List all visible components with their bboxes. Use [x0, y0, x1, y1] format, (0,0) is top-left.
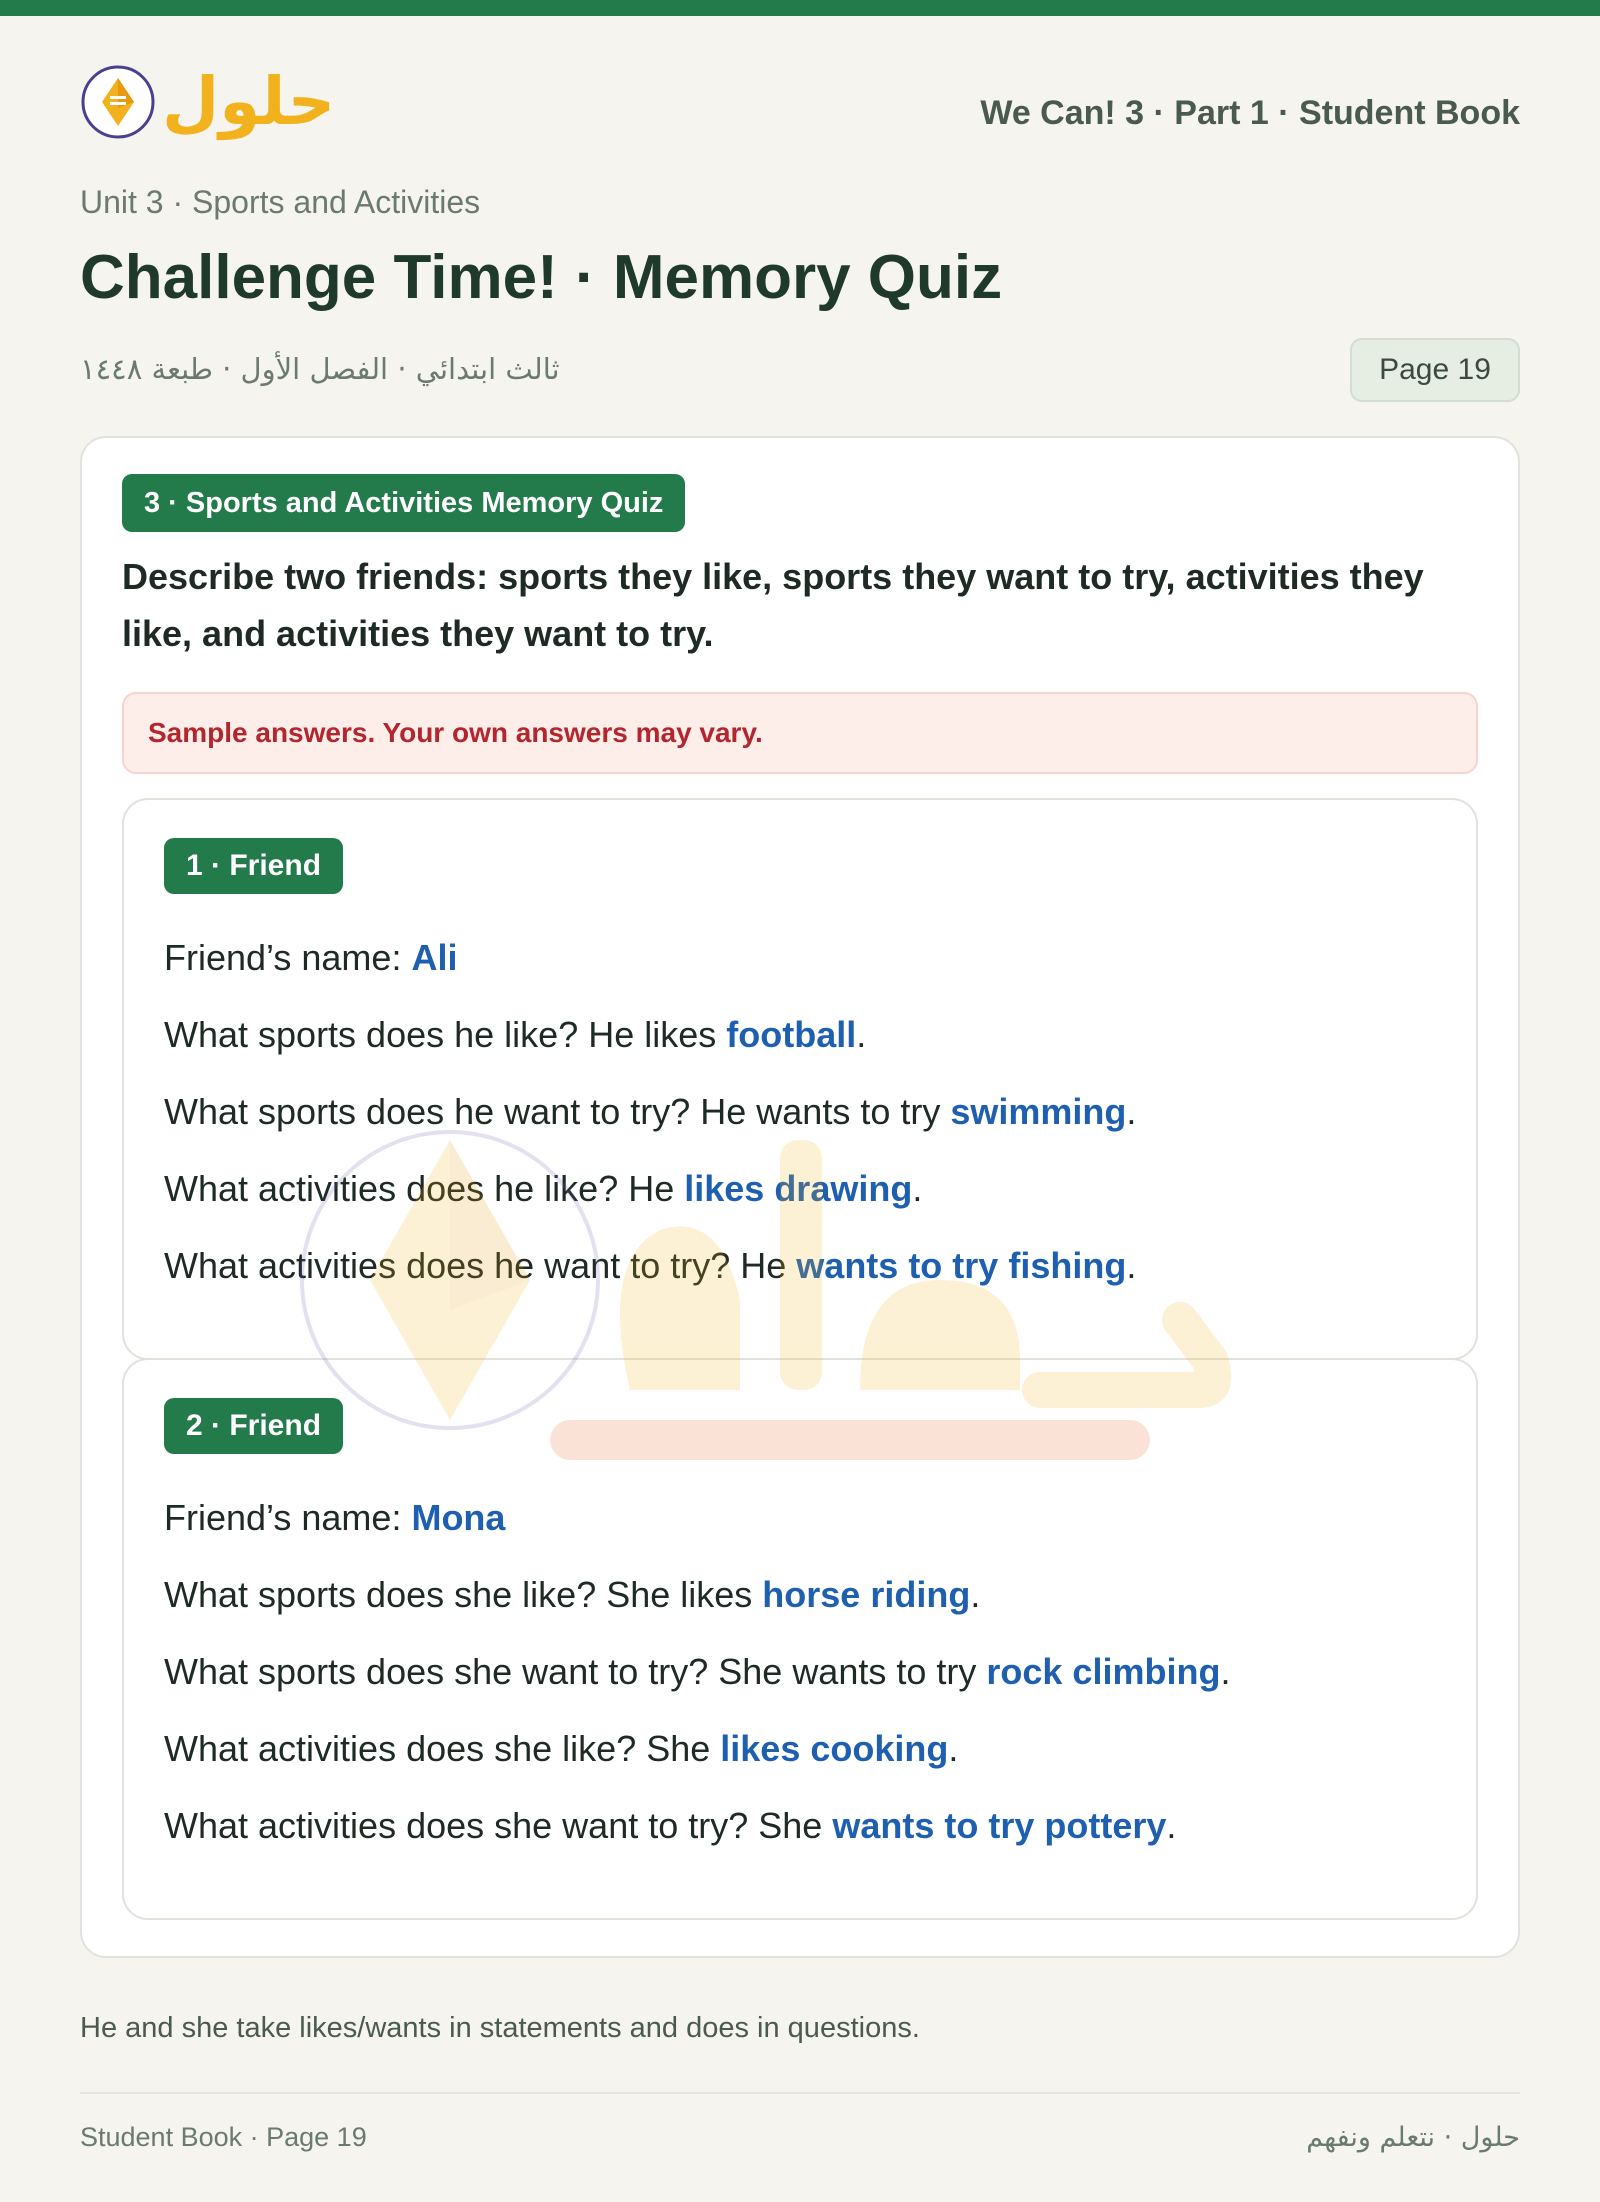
- answer-text: Ali: [411, 937, 458, 978]
- friend-answers: Friend’s name: Ali What sports does he l…: [164, 938, 1136, 1323]
- section-label: 3 · Sports and Activities Memory Quiz: [122, 474, 686, 532]
- footer-page-label: Student Book · Page 19: [80, 2122, 367, 2152]
- top-accent-bar: [0, 0, 1600, 16]
- answer-text: wants to try fishing: [796, 1245, 1127, 1286]
- unit-breadcrumb: Unit 3 · Sports and Activities: [80, 184, 481, 220]
- friend-card-2: 2 · Friend Friend’s name: Mona What spor…: [122, 1358, 1478, 1920]
- line-end: .: [1126, 1091, 1137, 1132]
- arabic-subtitle: ثالث ابتدائي · الفصل الأول · طبعة ١٤٤٨: [80, 352, 560, 386]
- line-end: .: [912, 1168, 923, 1209]
- question-text: What sports does she want to try? She wa…: [164, 1651, 987, 1692]
- answer-text: likes drawing: [684, 1168, 913, 1209]
- answer-line-activities-try: What activities does she want to try? Sh…: [164, 1806, 1230, 1883]
- instruction-text: Describe two friends: sports they like, …: [122, 556, 1424, 654]
- line-end: .: [856, 1014, 867, 1055]
- page-header: حلول We Can! 3 · Part 1 · Student Book: [80, 16, 1520, 156]
- page-number-badge: Page 19: [1350, 338, 1520, 402]
- line-end: .: [948, 1728, 959, 1769]
- question-text: What activities does she like? She: [164, 1728, 721, 1769]
- answer-text: wants to try pottery: [832, 1805, 1167, 1846]
- grammar-note: He and she take likes/wants in statement…: [80, 2012, 920, 2044]
- page-title: Challenge Time! · Memory Quiz: [80, 243, 1003, 312]
- friend-card-1: 1 · Friend Friend’s name: Ali What sport…: [122, 798, 1478, 1360]
- brand-logo[interactable]: حلول: [80, 64, 335, 140]
- answer-line-sports-try: What sports does he want to try? He want…: [164, 1092, 1136, 1169]
- line-end: .: [1166, 1805, 1177, 1846]
- friend-tag: 1 · Friend: [164, 838, 344, 894]
- answer-line-sports-like: What sports does he like? He likes footb…: [164, 1015, 1136, 1092]
- question-text: What sports does he want to try? He want…: [164, 1091, 951, 1132]
- book-title: We Can! 3 · Part 1 · Student Book: [980, 94, 1520, 132]
- question-text: What sports does she like? She likes: [164, 1574, 763, 1615]
- answer-text: football: [726, 1014, 857, 1055]
- answer-line-name: Friend’s name: Mona: [164, 1498, 1230, 1575]
- answer-line-sports-try: What sports does she want to try? She wa…: [164, 1652, 1230, 1729]
- question-text: What activities does he want to try? He: [164, 1245, 797, 1286]
- question-text: What sports does he like? He likes: [164, 1014, 727, 1055]
- question-text: Friend’s name:: [164, 1497, 412, 1538]
- answer-line-activities-try: What activities does he want to try? He …: [164, 1246, 1136, 1323]
- quiz-card: 3 · Sports and Activities Memory Quiz De…: [80, 436, 1520, 1958]
- friend-tag: 2 · Friend: [164, 1398, 344, 1454]
- answer-line-sports-like: What sports does she like? She likes hor…: [164, 1575, 1230, 1652]
- answer-text: rock climbing: [986, 1651, 1221, 1692]
- answer-text: likes cooking: [720, 1728, 949, 1769]
- sample-answers-note: Sample answers. Your own answers may var…: [122, 692, 1478, 774]
- footer-brand-tagline: حلول · نتعلم ونفهم: [1306, 2122, 1520, 2153]
- logo-wordmark: حلول: [162, 63, 336, 140]
- line-end: .: [1126, 1245, 1137, 1286]
- answer-text: swimming: [950, 1091, 1127, 1132]
- question-text: What activities does he like? He: [164, 1168, 685, 1209]
- answer-text: horse riding: [762, 1574, 971, 1615]
- answer-text: Mona: [411, 1497, 506, 1538]
- line-end: .: [970, 1574, 981, 1615]
- answer-line-activities-like: What activities does he like? He likes d…: [164, 1169, 1136, 1246]
- question-text: What activities does she want to try? Sh…: [164, 1805, 833, 1846]
- page: حلول We Can! 3 · Part 1 · Student Book U…: [80, 16, 1520, 1958]
- logo-emblem-icon: [81, 65, 155, 139]
- question-text: Friend’s name:: [164, 937, 412, 978]
- answer-line-activities-like: What activities does she like? She likes…: [164, 1729, 1230, 1806]
- footer-divider: [80, 2092, 1520, 2094]
- line-end: .: [1220, 1651, 1231, 1692]
- answer-line-name: Friend’s name: Ali: [164, 938, 1136, 1015]
- friend-answers: Friend’s name: Mona What sports does she…: [164, 1498, 1230, 1883]
